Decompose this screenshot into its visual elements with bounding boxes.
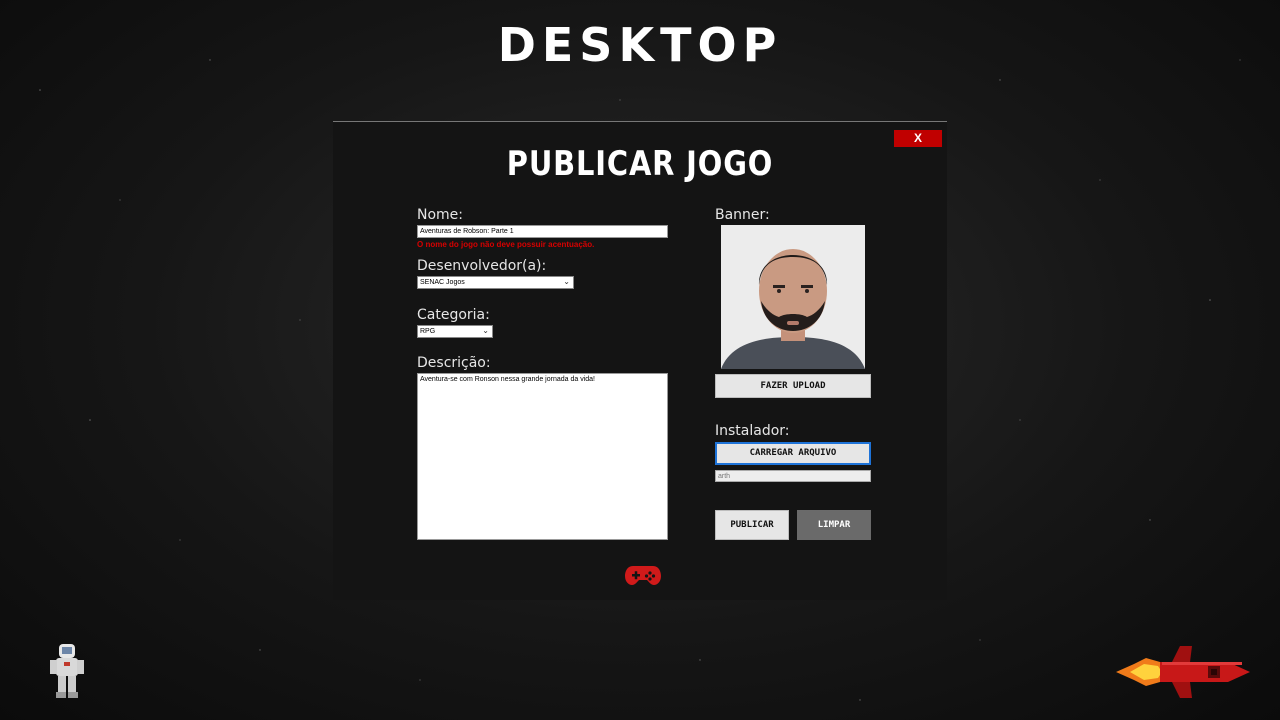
banner-image [721,225,865,369]
name-input[interactable]: Aventuras de Robson: Parte 1 [417,225,668,238]
category-select[interactable]: RPG ⌄ [417,325,493,338]
category-label: Categoria: [417,307,490,323]
banner-portrait [721,225,865,369]
rocket-icon [1116,646,1250,698]
close-button[interactable]: X [894,130,942,147]
close-icon: X [913,131,922,145]
astronaut-icon [50,644,84,698]
description-textarea[interactable]: Aventura-se com Ronson nessa grande jorn… [417,373,668,540]
publish-game-dialog: X PUBLICAR JOGO Nome: Aventuras de Robso… [333,121,947,600]
installer-file-path[interactable]: arth [715,470,871,482]
chevron-down-icon: ⌄ [563,277,570,286]
chevron-down-icon: ⌄ [482,326,489,335]
gamepad-icon [625,566,661,585]
name-error-message: O nome do jogo não deve possuir acentuaç… [417,240,595,249]
developer-selected-value: SENAC Jogos [420,279,465,286]
name-label: Nome: [417,207,464,223]
installer-label: Instalador: [715,423,790,439]
category-selected-value: RPG [420,328,436,335]
banner-label: Banner: [715,207,770,223]
dialog-title: PUBLICAR JOGO [506,144,774,184]
load-file-button[interactable]: CARREGAR ARQUIVO [715,442,871,465]
publish-button[interactable]: PUBLICAR [715,510,789,540]
upload-banner-button[interactable]: FAZER UPLOAD [715,374,871,398]
description-label: Descrição: [417,355,491,371]
slide-title: DESKTOP [497,18,783,72]
developer-label: Desenvolvedor(a): [417,258,547,274]
developer-select[interactable]: SENAC Jogos ⌄ [417,276,574,289]
clear-button[interactable]: LIMPAR [797,510,871,540]
